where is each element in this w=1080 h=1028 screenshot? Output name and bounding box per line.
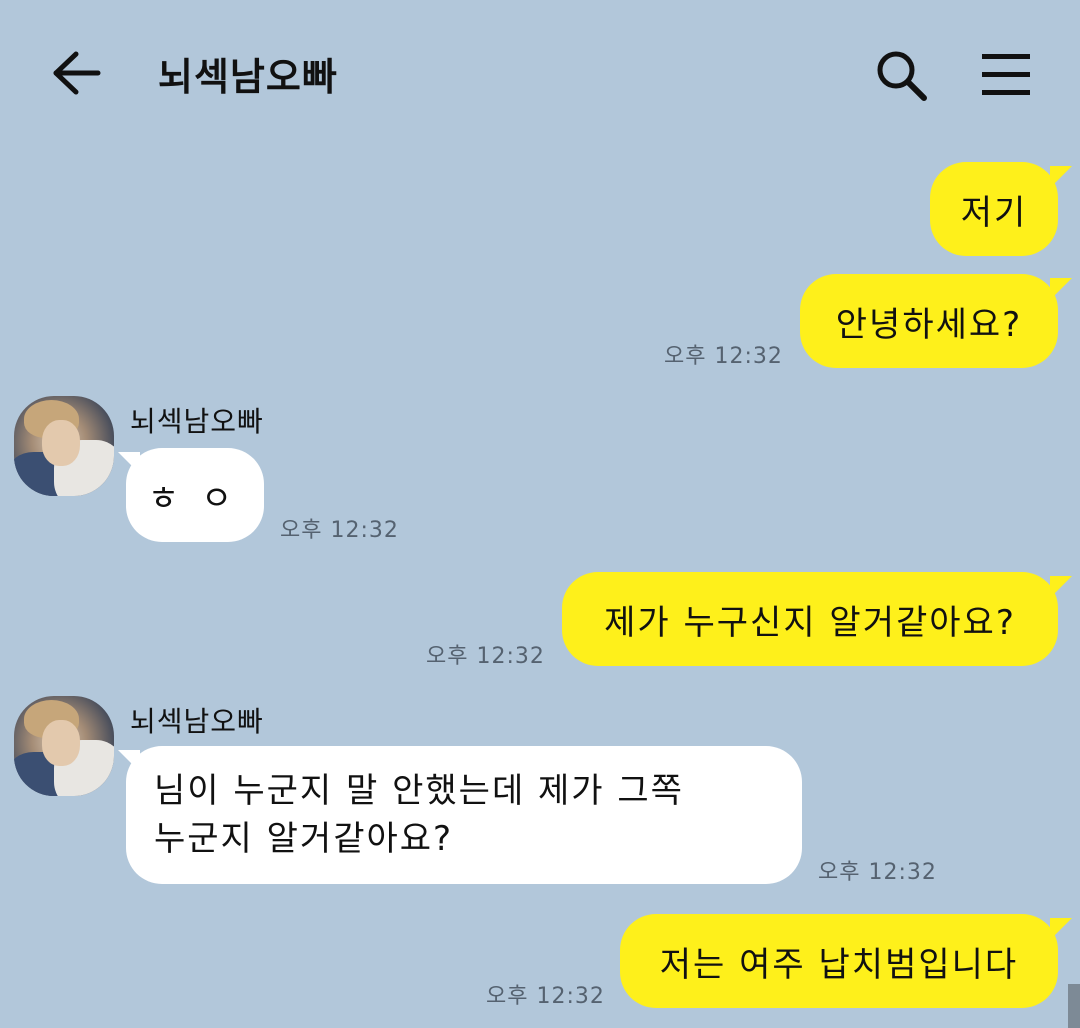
their-message-bubble[interactable]: 님이 누군지 말 안했는데 제가 그쪽 누군지 알거같아요?	[126, 746, 802, 884]
message-timestamp: 오후 12:32	[280, 518, 399, 543]
my-message-bubble[interactable]: 안녕하세요?	[800, 274, 1058, 368]
sender-name: 뇌섹남오빠	[130, 405, 264, 438]
message-text: 제가 누구신지 알거같아요?	[604, 602, 1016, 643]
message-text: 저기	[960, 192, 1028, 233]
avatar[interactable]	[14, 696, 114, 796]
bubble-tail	[118, 452, 140, 474]
bubble-tail	[1050, 278, 1072, 300]
message-text-line: 누군지 알거같아요?	[154, 819, 454, 859]
my-message-bubble[interactable]: 저는 여주 납치범입니다	[620, 914, 1058, 1008]
message-timestamp: 오후 12:32	[426, 644, 545, 669]
bubble-tail	[1050, 576, 1072, 598]
arrow-left-icon	[53, 51, 101, 95]
bubble-tail	[1050, 166, 1072, 188]
search-button[interactable]	[874, 48, 928, 102]
message-text: 저는 여주 납치범입니다	[659, 944, 1019, 985]
message-timestamp: 오후 12:32	[818, 860, 937, 885]
scrollbar[interactable]	[1068, 984, 1080, 1028]
my-message-bubble[interactable]: 저기	[930, 162, 1058, 256]
bubble-tail	[1050, 918, 1072, 940]
hamburger-menu-icon	[982, 54, 1030, 95]
message-text-line: 님이 누군지 말 안했는데 제가 그쪽	[154, 771, 684, 811]
sender-name: 뇌섹남오빠	[130, 705, 264, 738]
chat-title: 뇌섹남오빠	[158, 55, 338, 99]
bubble-tail	[118, 750, 140, 772]
back-button[interactable]	[52, 50, 102, 96]
message-timestamp: 오후 12:32	[664, 344, 783, 369]
my-message-bubble[interactable]: 제가 누구신지 알거같아요?	[562, 572, 1058, 666]
message-text: 안녕하세요?	[835, 304, 1023, 345]
menu-button[interactable]	[980, 52, 1032, 96]
their-message-bubble[interactable]: ㅎㅇ	[126, 448, 264, 542]
avatar[interactable]	[14, 396, 114, 496]
search-icon	[877, 51, 927, 101]
chat-header: 뇌섹남오빠	[0, 0, 1080, 140]
message-timestamp: 오후 12:32	[486, 984, 605, 1009]
message-text: ㅎㅇ	[147, 478, 255, 519]
